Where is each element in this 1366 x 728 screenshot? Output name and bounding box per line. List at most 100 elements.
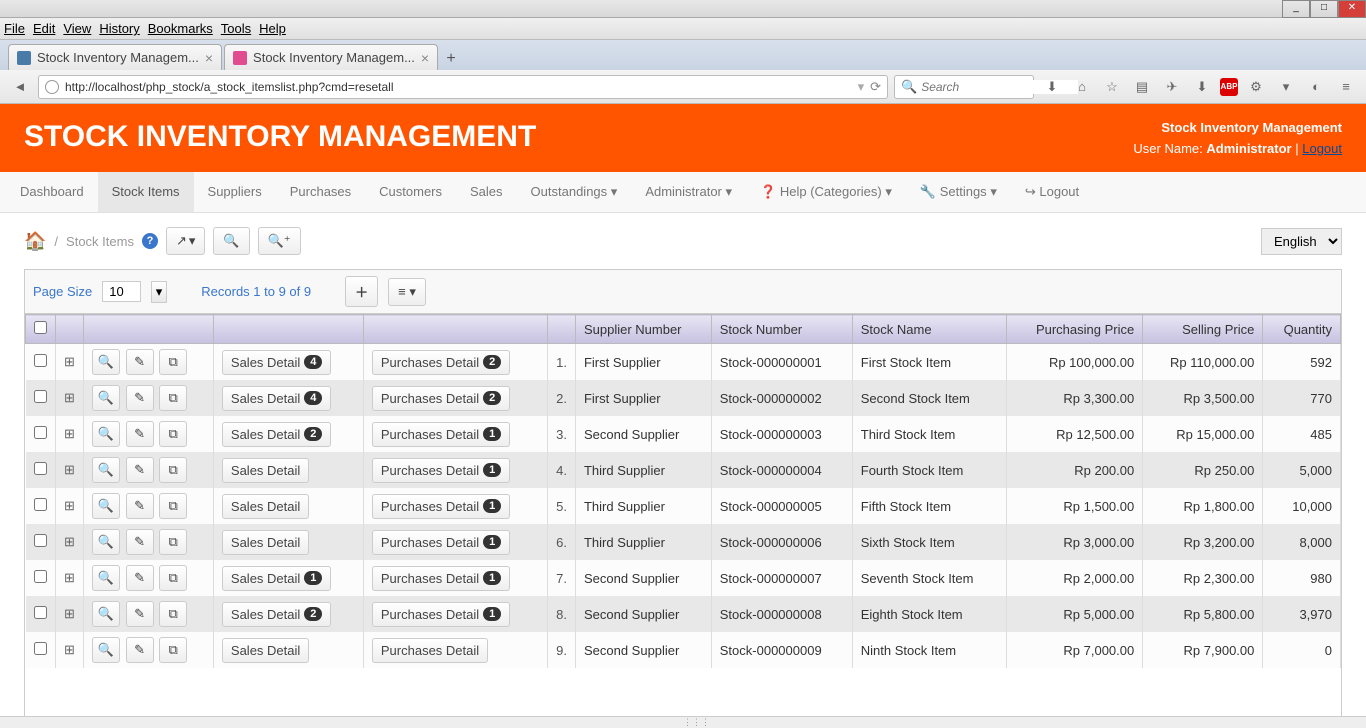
edit-button[interactable]: ✎: [126, 529, 154, 555]
row-checkbox[interactable]: [34, 390, 47, 403]
export-button[interactable]: ↗▾: [166, 227, 205, 255]
col-selling-price[interactable]: Selling Price: [1143, 315, 1263, 344]
edit-button[interactable]: ✎: [126, 349, 154, 375]
nav-stock-items[interactable]: Stock Items: [98, 172, 194, 212]
nav-settings[interactable]: 🔧 Settings ▾: [906, 172, 1011, 212]
purchases-detail-button[interactable]: Purchases Detail 1: [372, 530, 510, 555]
expand-icon[interactable]: ⊞: [64, 498, 75, 513]
nav-help[interactable]: ❓ Help (Categories) ▾: [746, 172, 906, 212]
expand-icon[interactable]: ⊞: [64, 426, 75, 441]
view-button[interactable]: 🔍: [92, 493, 120, 519]
edit-button[interactable]: ✎: [126, 385, 154, 411]
language-select[interactable]: English: [1261, 228, 1342, 255]
url-input[interactable]: [65, 80, 852, 94]
home-icon[interactable]: ⌂: [1070, 75, 1094, 99]
copy-button[interactable]: ⧉: [159, 637, 187, 663]
addon-icon[interactable]: ⚙: [1244, 75, 1268, 99]
row-checkbox[interactable]: [34, 426, 47, 439]
view-button[interactable]: 🔍: [92, 565, 120, 591]
power-icon[interactable]: ◐: [1304, 75, 1328, 99]
copy-button[interactable]: ⧉: [159, 493, 187, 519]
view-button[interactable]: 🔍: [92, 637, 120, 663]
menu-view[interactable]: View: [63, 21, 91, 36]
copy-button[interactable]: ⧉: [159, 421, 187, 447]
browser-tab[interactable]: Stock Inventory Managem... ×: [224, 44, 438, 70]
copy-button[interactable]: ⧉: [159, 565, 187, 591]
expand-icon[interactable]: ⊞: [64, 534, 75, 549]
back-button[interactable]: ◄: [8, 75, 32, 99]
add-button[interactable]: ＋: [345, 276, 378, 307]
menu-icon[interactable]: ≡: [1334, 75, 1358, 99]
menu-bookmarks[interactable]: Bookmarks: [148, 21, 213, 36]
sales-detail-button[interactable]: Sales Detail: [222, 638, 309, 663]
row-checkbox[interactable]: [34, 498, 47, 511]
col-stock-number[interactable]: Stock Number: [711, 315, 852, 344]
view-button[interactable]: 🔍: [92, 385, 120, 411]
menu-history[interactable]: History: [99, 21, 139, 36]
help-badge-icon[interactable]: ?: [142, 233, 158, 249]
sales-detail-button[interactable]: Sales Detail 1: [222, 566, 332, 591]
bulk-actions-button[interactable]: ≡ ▾: [388, 278, 426, 306]
expand-icon[interactable]: ⊞: [64, 462, 75, 477]
sales-detail-button[interactable]: Sales Detail: [222, 494, 309, 519]
menu-help[interactable]: Help: [259, 21, 286, 36]
row-checkbox[interactable]: [34, 354, 47, 367]
search-box[interactable]: 🔍: [894, 75, 1034, 99]
edit-button[interactable]: ✎: [126, 637, 154, 663]
expand-icon[interactable]: ⊞: [64, 390, 75, 405]
menu-edit[interactable]: Edit: [33, 21, 55, 36]
view-button[interactable]: 🔍: [92, 349, 120, 375]
new-tab-button[interactable]: +: [440, 50, 462, 70]
sales-detail-button[interactable]: Sales Detail 2: [222, 602, 332, 627]
adblock-icon[interactable]: ABP: [1220, 78, 1238, 96]
view-button[interactable]: 🔍: [92, 529, 120, 555]
copy-button[interactable]: ⧉: [159, 529, 187, 555]
purchases-detail-button[interactable]: Purchases Detail 1: [372, 566, 510, 591]
nav-administrator[interactable]: Administrator ▾: [631, 172, 746, 212]
col-purchase-price[interactable]: Purchasing Price: [1006, 315, 1143, 344]
logout-link[interactable]: Logout: [1302, 141, 1342, 156]
row-checkbox[interactable]: [34, 462, 47, 475]
extension-icon[interactable]: ▾: [1274, 75, 1298, 99]
nav-sales[interactable]: Sales: [456, 172, 517, 212]
downloads-icon[interactable]: ⬇: [1040, 75, 1064, 99]
menu-tools[interactable]: Tools: [221, 21, 251, 36]
purchases-detail-button[interactable]: Purchases Detail 1: [372, 602, 510, 627]
nav-outstandings[interactable]: Outstandings ▾: [517, 172, 632, 212]
row-checkbox[interactable]: [34, 606, 47, 619]
send-icon[interactable]: ✈: [1160, 75, 1184, 99]
edit-button[interactable]: ✎: [126, 601, 154, 627]
maximize-button[interactable]: □: [1310, 0, 1338, 18]
col-supplier[interactable]: Supplier Number: [575, 315, 711, 344]
dropdown-icon[interactable]: ▾: [858, 79, 865, 95]
close-tab-icon[interactable]: ×: [205, 50, 213, 66]
row-checkbox[interactable]: [34, 642, 47, 655]
page-size-dropdown[interactable]: ▾: [151, 281, 168, 303]
purchases-detail-button[interactable]: Purchases Detail 1: [372, 422, 510, 447]
sales-detail-button[interactable]: Sales Detail 4: [222, 386, 332, 411]
purchases-detail-button[interactable]: Purchases Detail 1: [372, 458, 510, 483]
copy-button[interactable]: ⧉: [159, 601, 187, 627]
edit-button[interactable]: ✎: [126, 421, 154, 447]
edit-button[interactable]: ✎: [126, 457, 154, 483]
purchases-detail-button[interactable]: Purchases Detail: [372, 638, 488, 663]
nav-logout[interactable]: ↪ Logout: [1011, 172, 1093, 212]
row-checkbox[interactable]: [34, 570, 47, 583]
edit-button[interactable]: ✎: [126, 565, 154, 591]
expand-icon[interactable]: ⊞: [64, 606, 75, 621]
copy-button[interactable]: ⧉: [159, 385, 187, 411]
advanced-search-button[interactable]: 🔍⁺: [258, 227, 301, 255]
expand-icon[interactable]: ⊞: [64, 354, 75, 369]
expand-icon[interactable]: ⊞: [64, 642, 75, 657]
search-button[interactable]: 🔍: [213, 227, 249, 255]
purchases-detail-button[interactable]: Purchases Detail 1: [372, 494, 510, 519]
library-icon[interactable]: ▤: [1130, 75, 1154, 99]
edit-button[interactable]: ✎: [126, 493, 154, 519]
copy-button[interactable]: ⧉: [159, 457, 187, 483]
url-box[interactable]: ▾ ⟳: [38, 75, 888, 99]
sales-detail-button[interactable]: Sales Detail 2: [222, 422, 332, 447]
nav-dashboard[interactable]: Dashboard: [6, 172, 98, 212]
close-tab-icon[interactable]: ×: [421, 50, 429, 66]
bookmark-star-icon[interactable]: ☆: [1100, 75, 1124, 99]
purchases-detail-button[interactable]: Purchases Detail 2: [372, 350, 510, 375]
